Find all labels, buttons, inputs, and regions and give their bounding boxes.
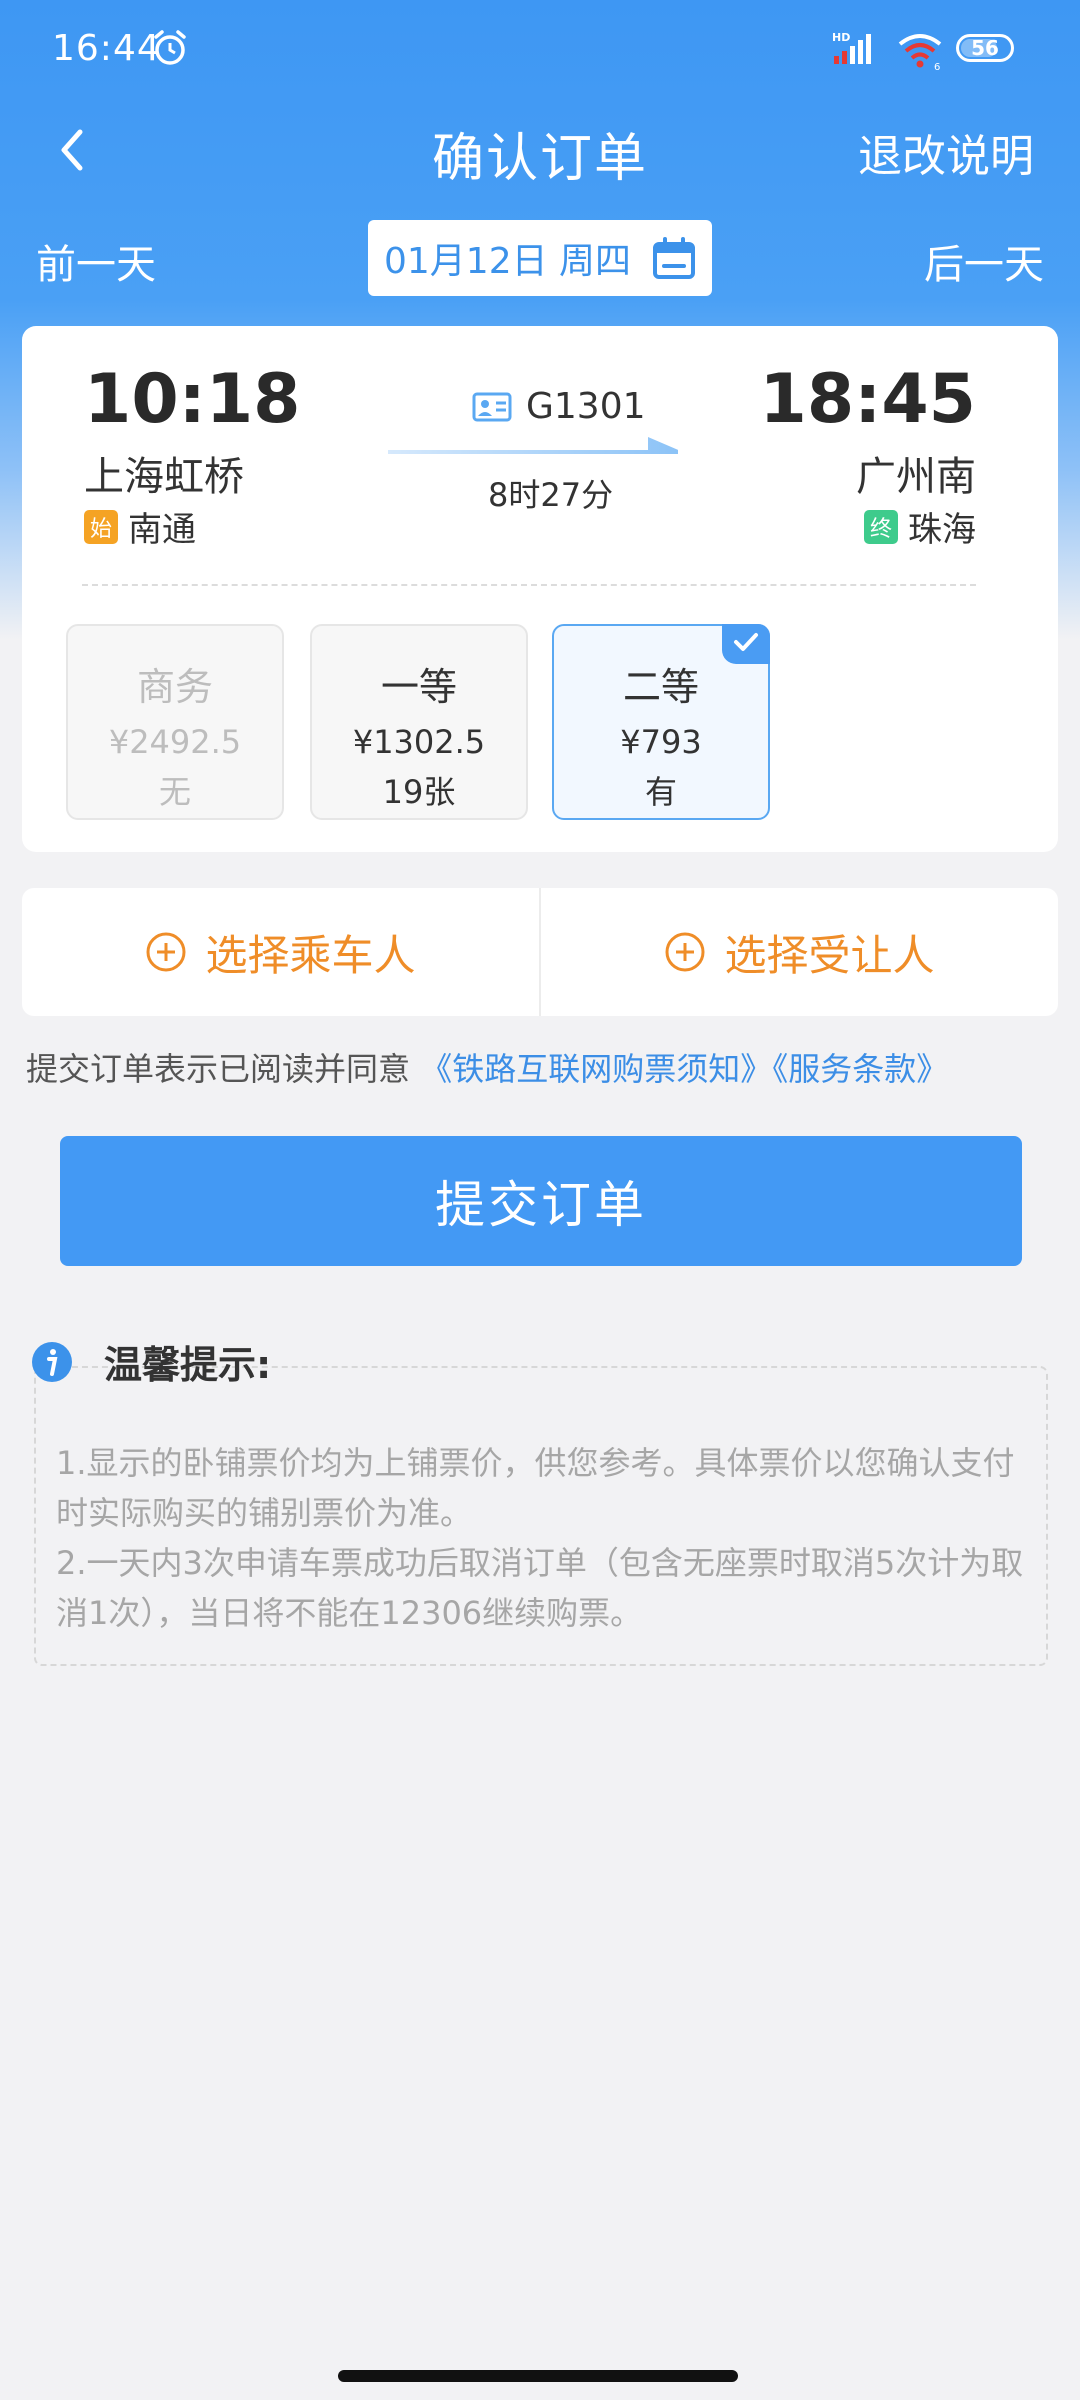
seat-price: ¥2492.5 <box>108 723 242 761</box>
wifi-icon: 6 <box>898 34 942 70</box>
ticketing-notice-link[interactable]: 《铁路互联网购票须知》 <box>420 1050 772 1088</box>
tips-title: 温馨提示: <box>104 1343 272 1387</box>
select-transferee-button[interactable]: 选择受让人 <box>539 888 1058 1016</box>
terminal-row: 终 珠海 <box>864 502 976 551</box>
train-route: G1301 8时27分 <box>382 386 702 536</box>
terms-of-service-link[interactable]: 《服务条款》 <box>772 1050 948 1088</box>
status-bar: 16:44 HD 6 56 <box>0 0 1080 100</box>
agreement-prefix: 提交订单表示已阅读并同意 <box>26 1050 411 1088</box>
tips-content: 1.显示的卧铺票价均为上铺票价，供您参考。具体票价以您确认支付时实际购买的铺别票… <box>56 1438 1026 1638</box>
svg-text:HD: HD <box>832 31 850 44</box>
seat-availability: 19张 <box>382 773 456 811</box>
back-icon[interactable] <box>44 120 104 180</box>
seat-price: ¥793 <box>620 723 702 761</box>
signal-icon: HD <box>832 31 871 64</box>
select-passenger-button[interactable]: 选择乘车人 <box>22 888 539 1016</box>
seat-option-first-class[interactable]: 一等 ¥1302.5 19张 <box>310 624 528 820</box>
seat-availability: 无 <box>158 773 191 811</box>
next-day-button[interactable]: 后一天 <box>924 232 1044 290</box>
terminal-tag: 终 <box>864 509 898 544</box>
info-icon <box>32 1341 72 1382</box>
tips-header: 温馨提示: <box>30 1334 271 1389</box>
seat-name: 商务 <box>136 665 213 709</box>
origin-station: 南通 <box>128 510 196 550</box>
ticket-icon <box>472 392 512 421</box>
seat-availability: 有 <box>644 773 677 811</box>
select-passenger-label: 选择乘车人 <box>205 930 416 980</box>
seat-price: ¥1302.5 <box>352 723 486 761</box>
card-divider <box>82 584 976 586</box>
status-time: 16:44 <box>52 28 161 69</box>
svg-text:6: 6 <box>934 62 940 70</box>
selected-check-icon <box>722 624 770 664</box>
arrival-time: 18:45 <box>759 360 976 439</box>
train-number: G1301 <box>526 386 646 427</box>
battery-level: 56 <box>971 36 999 60</box>
select-transferee-label: 选择受让人 <box>724 930 935 980</box>
seat-option-business[interactable]: 商务 ¥2492.5 无 <box>66 624 284 820</box>
departure-time: 10:18 <box>84 360 301 439</box>
calendar-icon <box>653 237 695 279</box>
battery-icon: 56 <box>956 34 1014 62</box>
travel-duration: 8时27分 <box>488 476 614 514</box>
origin-row: 始 南通 <box>84 502 196 551</box>
date-picker[interactable]: 01月12日 周四 <box>368 220 712 296</box>
seat-name: 一等 <box>380 665 457 709</box>
departure-station: 上海虹桥 <box>84 454 244 500</box>
nav-bar: 确认订单 退改说明 <box>0 100 1080 200</box>
train-number-row[interactable]: G1301 <box>472 386 646 427</box>
tip-line: 1.显示的卧铺票价均为上铺票价，供您参考。具体票价以您确认支付时实际购买的铺别票… <box>56 1444 1015 1532</box>
route-arrow-icon <box>388 436 678 454</box>
add-circle-icon <box>146 932 186 972</box>
seat-option-second-class[interactable]: 二等 ¥793 有 <box>552 624 770 820</box>
prev-day-button[interactable]: 前一天 <box>36 232 156 290</box>
arrival-station: 广州南 <box>856 454 976 500</box>
terminal-station: 珠海 <box>908 510 976 550</box>
selected-date: 01月12日 周四 <box>384 241 632 282</box>
agreement-text: 提交订单表示已阅读并同意 《铁路互联网购票须知》《服务条款》 <box>26 1044 948 1090</box>
train-info-card: 10:18 上海虹桥 始 南通 G1301 8时27分 18:45 广州南 终 … <box>22 326 1058 852</box>
refund-policy-link[interactable]: 退改说明 <box>858 120 1034 184</box>
date-bar: 前一天 01月12日 周四 后一天 <box>0 220 1080 296</box>
alarm-icon <box>154 30 186 65</box>
submit-order-button[interactable]: 提交订单 <box>60 1136 1022 1266</box>
passenger-selection: 选择乘车人 选择受让人 <box>22 888 1058 1016</box>
home-indicator[interactable] <box>338 2370 738 2382</box>
tip-line: 2.一天内3次申请车票成功后取消订单（包含无座票时取消5次计为取消1次），当日将… <box>56 1544 1024 1632</box>
origin-tag: 始 <box>84 509 118 544</box>
seat-name: 二等 <box>622 665 699 709</box>
add-circle-icon <box>665 932 705 972</box>
